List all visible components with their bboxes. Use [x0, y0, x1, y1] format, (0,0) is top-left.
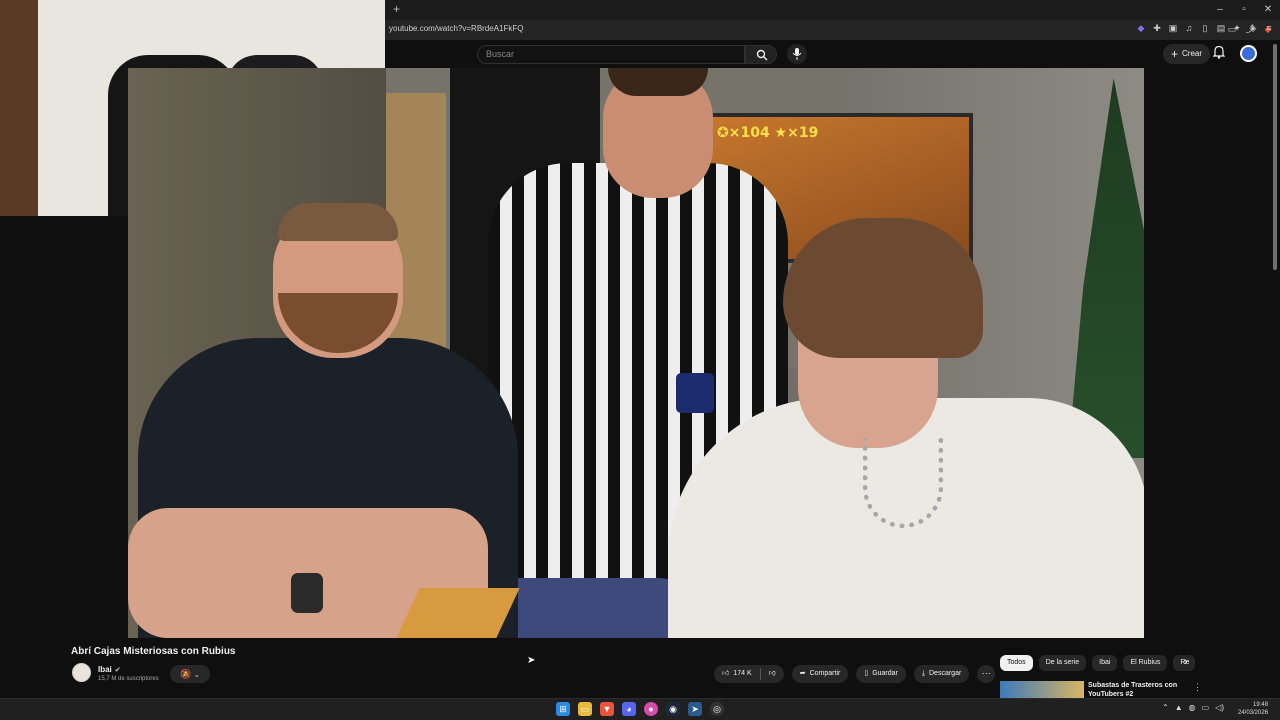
obs-icon[interactable]: ◎: [710, 702, 724, 716]
verified-icon: ✔: [114, 667, 121, 674]
search-input[interactable]: Buscar: [477, 45, 745, 64]
video-player[interactable]: ✪×104 ★×19: [128, 68, 1144, 638]
like-count: 174 K: [733, 670, 752, 677]
suggested-video-thumbnail[interactable]: [1000, 681, 1084, 698]
taskbar-clock[interactable]: 19:48 24/03/2026: [1238, 701, 1268, 717]
download-label: Descargar: [929, 670, 962, 677]
extension-icon[interactable]: ◆: [1136, 23, 1146, 33]
tray-app-icon[interactable]: ▲: [1175, 703, 1183, 712]
chip-de-la-serie[interactable]: De la serie: [1038, 655, 1087, 671]
like-dislike-group: 👍︎ 174 K 👎︎: [714, 665, 784, 683]
create-label: Crear: [1182, 49, 1203, 58]
save-button[interactable]: ▯ Guardar: [856, 665, 906, 683]
right-person-hair: [783, 218, 983, 358]
account-avatar[interactable]: [1240, 45, 1257, 62]
plus-icon: +: [1171, 47, 1179, 61]
share-icon: ➦: [799, 670, 806, 677]
chip-el-rubius[interactable]: El Rubius: [1123, 655, 1168, 671]
taskbar: ⊞ ▭ ▼ ◕ ● ◉ ➤ ◎ ⌃ ▲ ◍ ▭ ◁) 19:48 24/03/2…: [0, 698, 1280, 720]
system-tray: ⌃ ▲ ◍ ▭ ◁): [1162, 703, 1224, 712]
christmas-tree: [1068, 78, 1144, 458]
share-button[interactable]: ➦ Compartir: [791, 665, 849, 683]
tray-display-icon[interactable]: ▭: [1202, 703, 1210, 712]
discord-icon[interactable]: ◕: [622, 702, 636, 716]
suggested-video-title[interactable]: Subastas de Trasteros con YouTubers #2: [1088, 681, 1184, 698]
youtube-header: Buscar + Crear: [385, 40, 1280, 68]
video-actions: 👍︎ 174 K 👎︎ ➦ Compartir ▯ Guardar ⤓ Desc…: [714, 665, 996, 683]
video-title: Abrí Cajas Misteriosas con Rubius: [71, 646, 236, 657]
more-vert-icon[interactable]: ⋮: [1193, 682, 1202, 693]
create-button[interactable]: + Crear: [1163, 44, 1211, 64]
vpn-icon[interactable]: ◈: [1248, 23, 1258, 33]
restore-button[interactable]: ▫: [1232, 0, 1256, 20]
left-person-hair: [278, 203, 398, 241]
page-scrollbar[interactable]: [1273, 44, 1277, 270]
bell-icon[interactable]: [1213, 45, 1225, 59]
subscriber-count: 15,7 M de suscriptores: [98, 676, 159, 682]
browser-tab-strip: + – ▫ ✕: [385, 0, 1280, 20]
channel-name[interactable]: Ibai ✔: [98, 665, 121, 674]
channel-avatar[interactable]: [72, 663, 91, 682]
tv-game-hud: ✪×104 ★×19: [717, 125, 819, 141]
steam-icon[interactable]: ◉: [666, 702, 680, 716]
download-icon: ⤓: [921, 670, 925, 677]
search-icon: [756, 49, 768, 61]
more-actions-button[interactable]: ···: [977, 665, 996, 683]
file-explorer-icon[interactable]: ▭: [578, 702, 592, 716]
like-icon: 👍︎: [722, 670, 730, 677]
address-bar[interactable]: youtube.com/watch?v=RBrdeA1FkFQ ▭ ⤴ ◆ ▲ …: [385, 20, 1280, 40]
chip-todos[interactable]: Todos: [1000, 655, 1033, 671]
sidebar-icon[interactable]: ▯: [1200, 23, 1210, 33]
related-filter-chips: Todos De la serie Ibai El Rubius Re: [1000, 655, 1196, 671]
clock-date: 24/03/2026: [1238, 710, 1269, 716]
search-placeholder: Buscar: [486, 49, 515, 59]
share-label: Compartir: [809, 670, 841, 677]
app-pink-icon[interactable]: ●: [644, 702, 658, 716]
wallet-icon[interactable]: ▤: [1216, 23, 1226, 33]
chevron-down-icon: ⌄: [193, 672, 200, 679]
close-window-button[interactable]: ✕: [1256, 0, 1280, 20]
download-button[interactable]: ⤓ Descargar: [913, 665, 970, 683]
save-label: Guardar: [872, 670, 898, 677]
puzzle-icon[interactable]: ✚: [1152, 23, 1162, 33]
taskbar-apps: ⊞ ▭ ▼ ◕ ● ◉ ➤ ◎: [556, 702, 724, 716]
menu-icon[interactable]: ≡: [1264, 23, 1274, 33]
chevron-right-icon[interactable]: ›: [1184, 656, 1188, 668]
smartwatch: [291, 573, 323, 613]
chip-ibai[interactable]: Ibai: [1092, 655, 1118, 671]
dislike-icon: 👎︎: [768, 670, 776, 677]
screen: + – ▫ ✕ youtube.com/watch?v=RBrdeA1FkFQ …: [0, 0, 1280, 720]
windows-start-icon[interactable]: ⊞: [556, 702, 570, 716]
bell-off-icon: 🔕: [180, 669, 192, 679]
mouse-cursor: ➤: [527, 655, 536, 666]
new-tab-button[interactable]: +: [393, 2, 400, 16]
reader-icon[interactable]: ▣: [1168, 23, 1178, 33]
ai-icon[interactable]: ✦: [1232, 23, 1242, 33]
like-button[interactable]: 👍︎ 174 K: [714, 665, 760, 683]
minimize-button[interactable]: –: [1208, 0, 1232, 20]
tray-network-icon[interactable]: ◍: [1189, 703, 1196, 712]
search-button[interactable]: [745, 45, 777, 64]
window-controls: – ▫ ✕: [1208, 0, 1280, 20]
brave-browser-icon[interactable]: ▼: [600, 702, 614, 716]
dislike-button[interactable]: 👎︎: [761, 665, 784, 683]
channel-name-text[interactable]: Ibai: [98, 665, 112, 674]
phone: [676, 373, 714, 413]
save-icon: ▯: [864, 670, 869, 677]
voice-search-button[interactable]: [787, 44, 807, 64]
referee-hair: [608, 68, 708, 96]
music-icon[interactable]: ♫: [1184, 23, 1194, 33]
tray-volume-icon[interactable]: ◁): [1215, 703, 1224, 712]
mic-icon: [792, 48, 802, 60]
url-text[interactable]: youtube.com/watch?v=RBrdeA1FkFQ: [389, 24, 524, 33]
necklace-chain: [863, 438, 943, 528]
tray-chevron-icon[interactable]: ⌃: [1162, 703, 1169, 712]
app-blue-icon[interactable]: ➤: [688, 702, 702, 716]
clock-time: 19:48: [1253, 702, 1269, 708]
subscribed-notifications-button[interactable]: 🔕 ⌄: [170, 665, 210, 683]
extension-icons: ◆ ✚ ▣ ♫ ▯ ▤ ✦ ◈ ≡: [1136, 23, 1274, 33]
